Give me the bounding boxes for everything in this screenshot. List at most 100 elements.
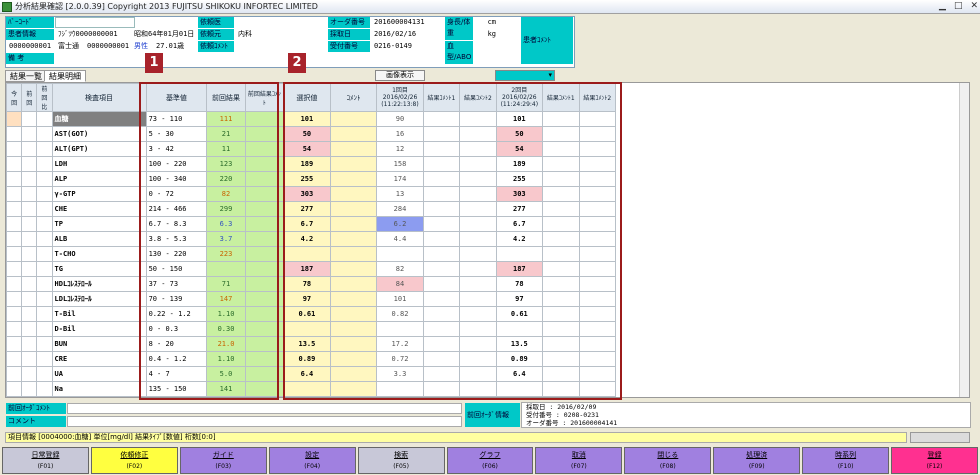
ratio-flag-cell[interactable] xyxy=(36,396,53,397)
previous-flag-cell[interactable] xyxy=(21,156,38,172)
maximize-icon[interactable]: □ xyxy=(954,1,963,11)
ratio-flag-cell[interactable] xyxy=(36,231,53,247)
ratio-flag-cell[interactable] xyxy=(36,126,53,142)
col-item[interactable]: 検査項目 xyxy=(51,83,147,112)
current-flag-cell[interactable] xyxy=(6,126,23,142)
ratio-flag-cell[interactable] xyxy=(36,141,53,157)
fkey-button[interactable]: 閉じる (F08) xyxy=(624,447,712,474)
item-name-cell[interactable]: LDH xyxy=(51,156,147,172)
ratio-flag-cell[interactable] xyxy=(36,321,53,337)
item-name-cell[interactable]: HDLｺﾚｽﾃﾛｰﾙ xyxy=(51,276,147,292)
close-icon[interactable]: ✕ xyxy=(970,1,978,11)
previous-flag-cell[interactable] xyxy=(21,246,38,262)
fkey-button[interactable]: 登録 (F12) xyxy=(891,447,978,474)
current-flag-cell[interactable] xyxy=(6,201,23,217)
item-name-cell[interactable]: Na xyxy=(51,381,147,397)
ratio-flag-cell[interactable] xyxy=(36,186,53,202)
col-current[interactable]: 今回 xyxy=(6,83,23,112)
fkey-button[interactable]: 日常登録 (F01) xyxy=(2,447,89,474)
fkey-button[interactable]: 時系列 (F10) xyxy=(802,447,890,474)
ratio-flag-cell[interactable] xyxy=(36,306,53,322)
ratio-flag-cell[interactable] xyxy=(36,366,53,382)
previous-flag-cell[interactable] xyxy=(21,396,38,397)
vertical-scrollbar[interactable] xyxy=(959,83,969,397)
ratio-flag-cell[interactable] xyxy=(36,336,53,352)
ratio-flag-cell[interactable] xyxy=(36,351,53,367)
item-name-cell[interactable]: D-Bil xyxy=(51,321,147,337)
item-name-cell[interactable]: T-Bil xyxy=(51,306,147,322)
previous-flag-cell[interactable] xyxy=(21,111,38,127)
current-flag-cell[interactable] xyxy=(6,321,23,337)
item-name-cell[interactable]: BUN xyxy=(51,336,147,352)
barcode-input[interactable] xyxy=(55,17,135,28)
ratio-flag-cell[interactable] xyxy=(36,381,53,397)
previous-flag-cell[interactable] xyxy=(21,321,38,337)
item-name-cell[interactable]: LDLｺﾚｽﾃﾛｰﾙ xyxy=(51,291,147,307)
current-flag-cell[interactable] xyxy=(6,246,23,262)
ratio-flag-cell[interactable] xyxy=(36,291,53,307)
chevron-down-icon[interactable]: ▾ xyxy=(548,71,552,79)
item-name-cell[interactable]: CRE xyxy=(51,351,147,367)
current-flag-cell[interactable] xyxy=(6,396,23,397)
previous-flag-cell[interactable] xyxy=(21,306,38,322)
fkey-button[interactable]: 設定 (F04) xyxy=(268,447,356,474)
minimize-icon[interactable]: ▁ xyxy=(939,1,946,11)
fkey-button[interactable]: 処理済 (F09) xyxy=(713,447,801,474)
tab-result-detail[interactable]: 結果明細 xyxy=(44,70,86,82)
ratio-flag-cell[interactable] xyxy=(36,171,53,187)
previous-flag-cell[interactable] xyxy=(21,186,38,202)
ratio-flag-cell[interactable] xyxy=(36,261,53,277)
ratio-flag-cell[interactable] xyxy=(36,216,53,232)
previous-flag-cell[interactable] xyxy=(21,231,38,247)
previous-flag-cell[interactable] xyxy=(21,336,38,352)
current-flag-cell[interactable] xyxy=(6,111,23,127)
fkey-button[interactable]: グラフ (F06) xyxy=(446,447,534,474)
previous-flag-cell[interactable] xyxy=(21,261,38,277)
previous-flag-cell[interactable] xyxy=(21,126,38,142)
selector-field[interactable]: ▾ xyxy=(495,70,555,81)
current-flag-cell[interactable] xyxy=(6,381,23,397)
col-prev-ratio[interactable]: 前回比 xyxy=(36,83,53,112)
item-name-cell[interactable]: CHE xyxy=(51,201,147,217)
previous-flag-cell[interactable] xyxy=(21,201,38,217)
current-flag-cell[interactable] xyxy=(6,291,23,307)
fkey-button[interactable]: 検索 (F05) xyxy=(357,447,445,474)
fkey-button[interactable]: 取消 (F07) xyxy=(535,447,623,474)
ratio-flag-cell[interactable] xyxy=(36,111,53,127)
fkey-button[interactable]: ガイド (F03) xyxy=(179,447,267,474)
ratio-flag-cell[interactable] xyxy=(36,156,53,172)
item-name-cell[interactable]: ALP xyxy=(51,171,147,187)
fkey-button[interactable]: 依頼修正 (F02) xyxy=(90,447,178,474)
current-flag-cell[interactable] xyxy=(6,156,23,172)
previous-flag-cell[interactable] xyxy=(21,141,38,157)
previous-flag-cell[interactable] xyxy=(21,276,38,292)
previous-flag-cell[interactable] xyxy=(21,216,38,232)
current-flag-cell[interactable] xyxy=(6,306,23,322)
item-name-cell[interactable]: UA xyxy=(51,366,147,382)
col-previous[interactable]: 前回 xyxy=(21,83,38,112)
current-flag-cell[interactable] xyxy=(6,261,23,277)
previous-flag-cell[interactable] xyxy=(21,366,38,382)
previous-flag-cell[interactable] xyxy=(21,291,38,307)
item-name-cell[interactable]: ALT(GPT) xyxy=(51,141,147,157)
item-name-cell[interactable]: γ-GTP xyxy=(51,186,147,202)
previous-flag-cell[interactable] xyxy=(21,171,38,187)
current-flag-cell[interactable] xyxy=(6,336,23,352)
previous-flag-cell[interactable] xyxy=(21,351,38,367)
item-name-cell[interactable]: ALB xyxy=(51,231,147,247)
item-name-cell[interactable]: TP xyxy=(51,216,147,232)
item-name-cell[interactable]: 血糖 xyxy=(51,111,147,127)
current-flag-cell[interactable] xyxy=(6,276,23,292)
image-display-button[interactable]: 画像表示 xyxy=(375,70,425,81)
item-name-cell[interactable]: T-CHO xyxy=(51,246,147,262)
current-flag-cell[interactable] xyxy=(6,141,23,157)
item-name-cell[interactable]: K xyxy=(51,396,147,397)
current-flag-cell[interactable] xyxy=(6,216,23,232)
ratio-flag-cell[interactable] xyxy=(36,276,53,292)
current-flag-cell[interactable] xyxy=(6,366,23,382)
item-name-cell[interactable]: AST(GOT) xyxy=(51,126,147,142)
tab-result-list[interactable]: 結果一覧 xyxy=(5,70,47,82)
ratio-flag-cell[interactable] xyxy=(36,201,53,217)
current-flag-cell[interactable] xyxy=(6,186,23,202)
current-flag-cell[interactable] xyxy=(6,231,23,247)
